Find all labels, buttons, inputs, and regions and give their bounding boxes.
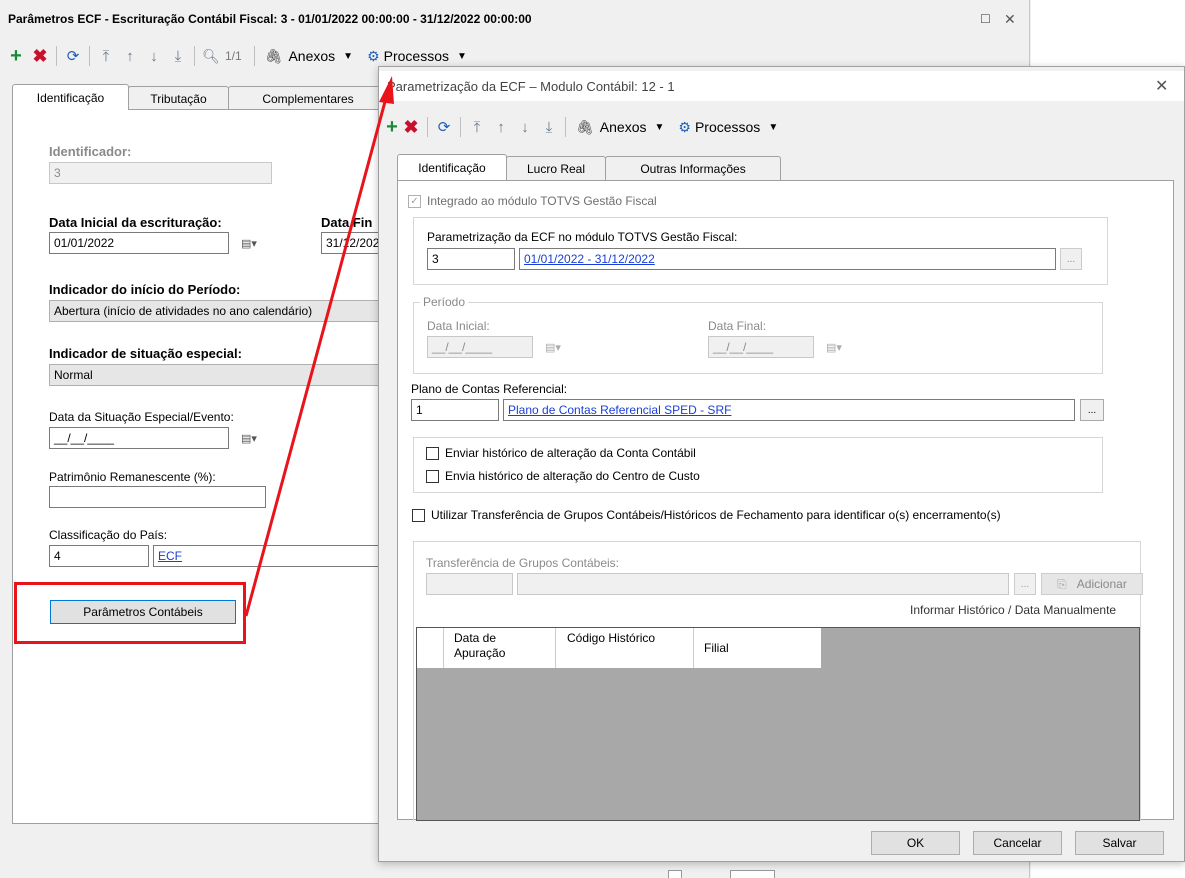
highlight-arrow [244,76,394,617]
